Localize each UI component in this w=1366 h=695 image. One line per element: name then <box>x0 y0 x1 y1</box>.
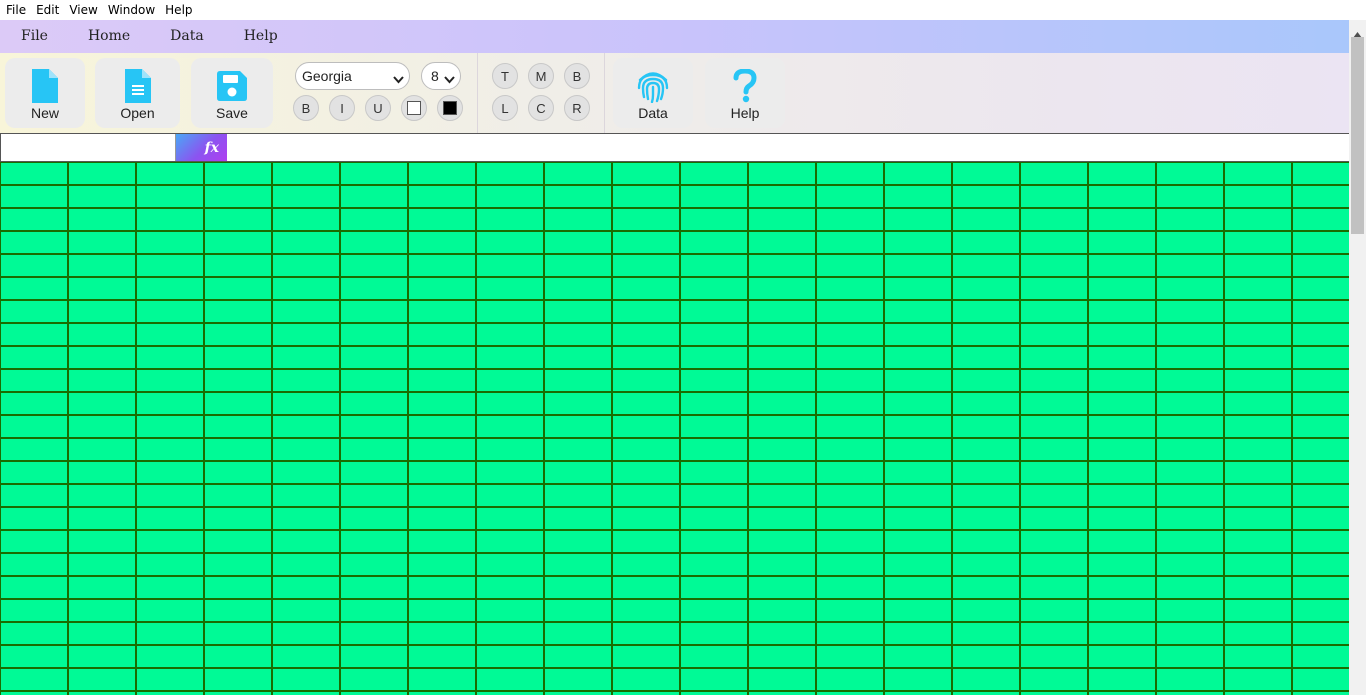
question-mark-icon <box>733 68 757 104</box>
formula-input[interactable] <box>227 134 1347 161</box>
help-label: Help <box>730 105 760 121</box>
save-label: Save <box>216 105 248 121</box>
font-size-value: 8 <box>431 68 439 84</box>
toolbar: New Open Save Georgia 8 B I U T M B L C … <box>0 53 1349 133</box>
cell-grid[interactable] <box>0 162 1349 695</box>
new-file-icon <box>32 68 58 104</box>
font-size-select[interactable]: 8 <box>421 62 461 90</box>
data-button[interactable]: Data <box>613 58 693 128</box>
window-menubar: File Edit View Window Help <box>0 0 1366 20</box>
font-family-value: Georgia <box>302 68 352 84</box>
save-button[interactable]: Save <box>191 58 273 128</box>
underline-button[interactable]: U <box>365 95 391 121</box>
help-button[interactable]: Help <box>705 58 785 128</box>
align-middle-button[interactable]: M <box>528 63 554 89</box>
menu-window[interactable]: Window <box>108 3 155 17</box>
vertical-scrollbar[interactable] <box>1349 20 1366 695</box>
align-top-button[interactable]: T <box>492 63 518 89</box>
spreadsheet-app: File Edit View Window Help File Home Dat… <box>0 0 1366 695</box>
italic-button[interactable]: I <box>329 95 355 121</box>
align-left-button[interactable]: L <box>492 95 518 121</box>
background-color-swatch <box>407 101 421 115</box>
text-color-swatch <box>443 101 457 115</box>
open-file-icon <box>124 68 151 104</box>
tab-help[interactable]: Help <box>224 20 298 53</box>
toolbar-divider <box>604 53 605 133</box>
formula-bar: fx <box>0 133 1349 162</box>
font-family-select[interactable]: Georgia <box>295 62 410 90</box>
new-label: New <box>30 105 59 121</box>
data-label: Data <box>638 105 668 121</box>
align-right-button[interactable]: R <box>564 95 590 121</box>
new-button[interactable]: New <box>5 58 85 128</box>
menu-help[interactable]: Help <box>165 3 192 17</box>
save-icon <box>217 68 247 104</box>
tab-file[interactable]: File <box>0 20 68 53</box>
open-button[interactable]: Open <box>95 58 180 128</box>
menu-file[interactable]: File <box>6 3 26 17</box>
toolbar-divider <box>477 53 478 133</box>
text-color-button[interactable] <box>437 95 463 121</box>
chevron-down-icon <box>444 71 455 87</box>
scrollbar-thumb[interactable] <box>1351 37 1364 234</box>
fingerprint-icon <box>636 68 670 104</box>
tab-data[interactable]: Data <box>150 20 224 53</box>
function-button[interactable]: fx <box>176 134 227 161</box>
align-bottom-button[interactable]: B <box>564 63 590 89</box>
tab-home[interactable]: Home <box>68 20 150 53</box>
cell-reference-input[interactable] <box>0 134 176 161</box>
ribbon-tabs: File Home Data Help <box>0 20 1349 53</box>
align-center-button[interactable]: C <box>528 95 554 121</box>
menu-view[interactable]: View <box>69 3 97 17</box>
open-label: Open <box>120 105 155 121</box>
bold-button[interactable]: B <box>293 95 319 121</box>
chevron-down-icon <box>393 71 404 87</box>
menu-edit[interactable]: Edit <box>36 3 59 17</box>
background-color-button[interactable] <box>401 95 427 121</box>
